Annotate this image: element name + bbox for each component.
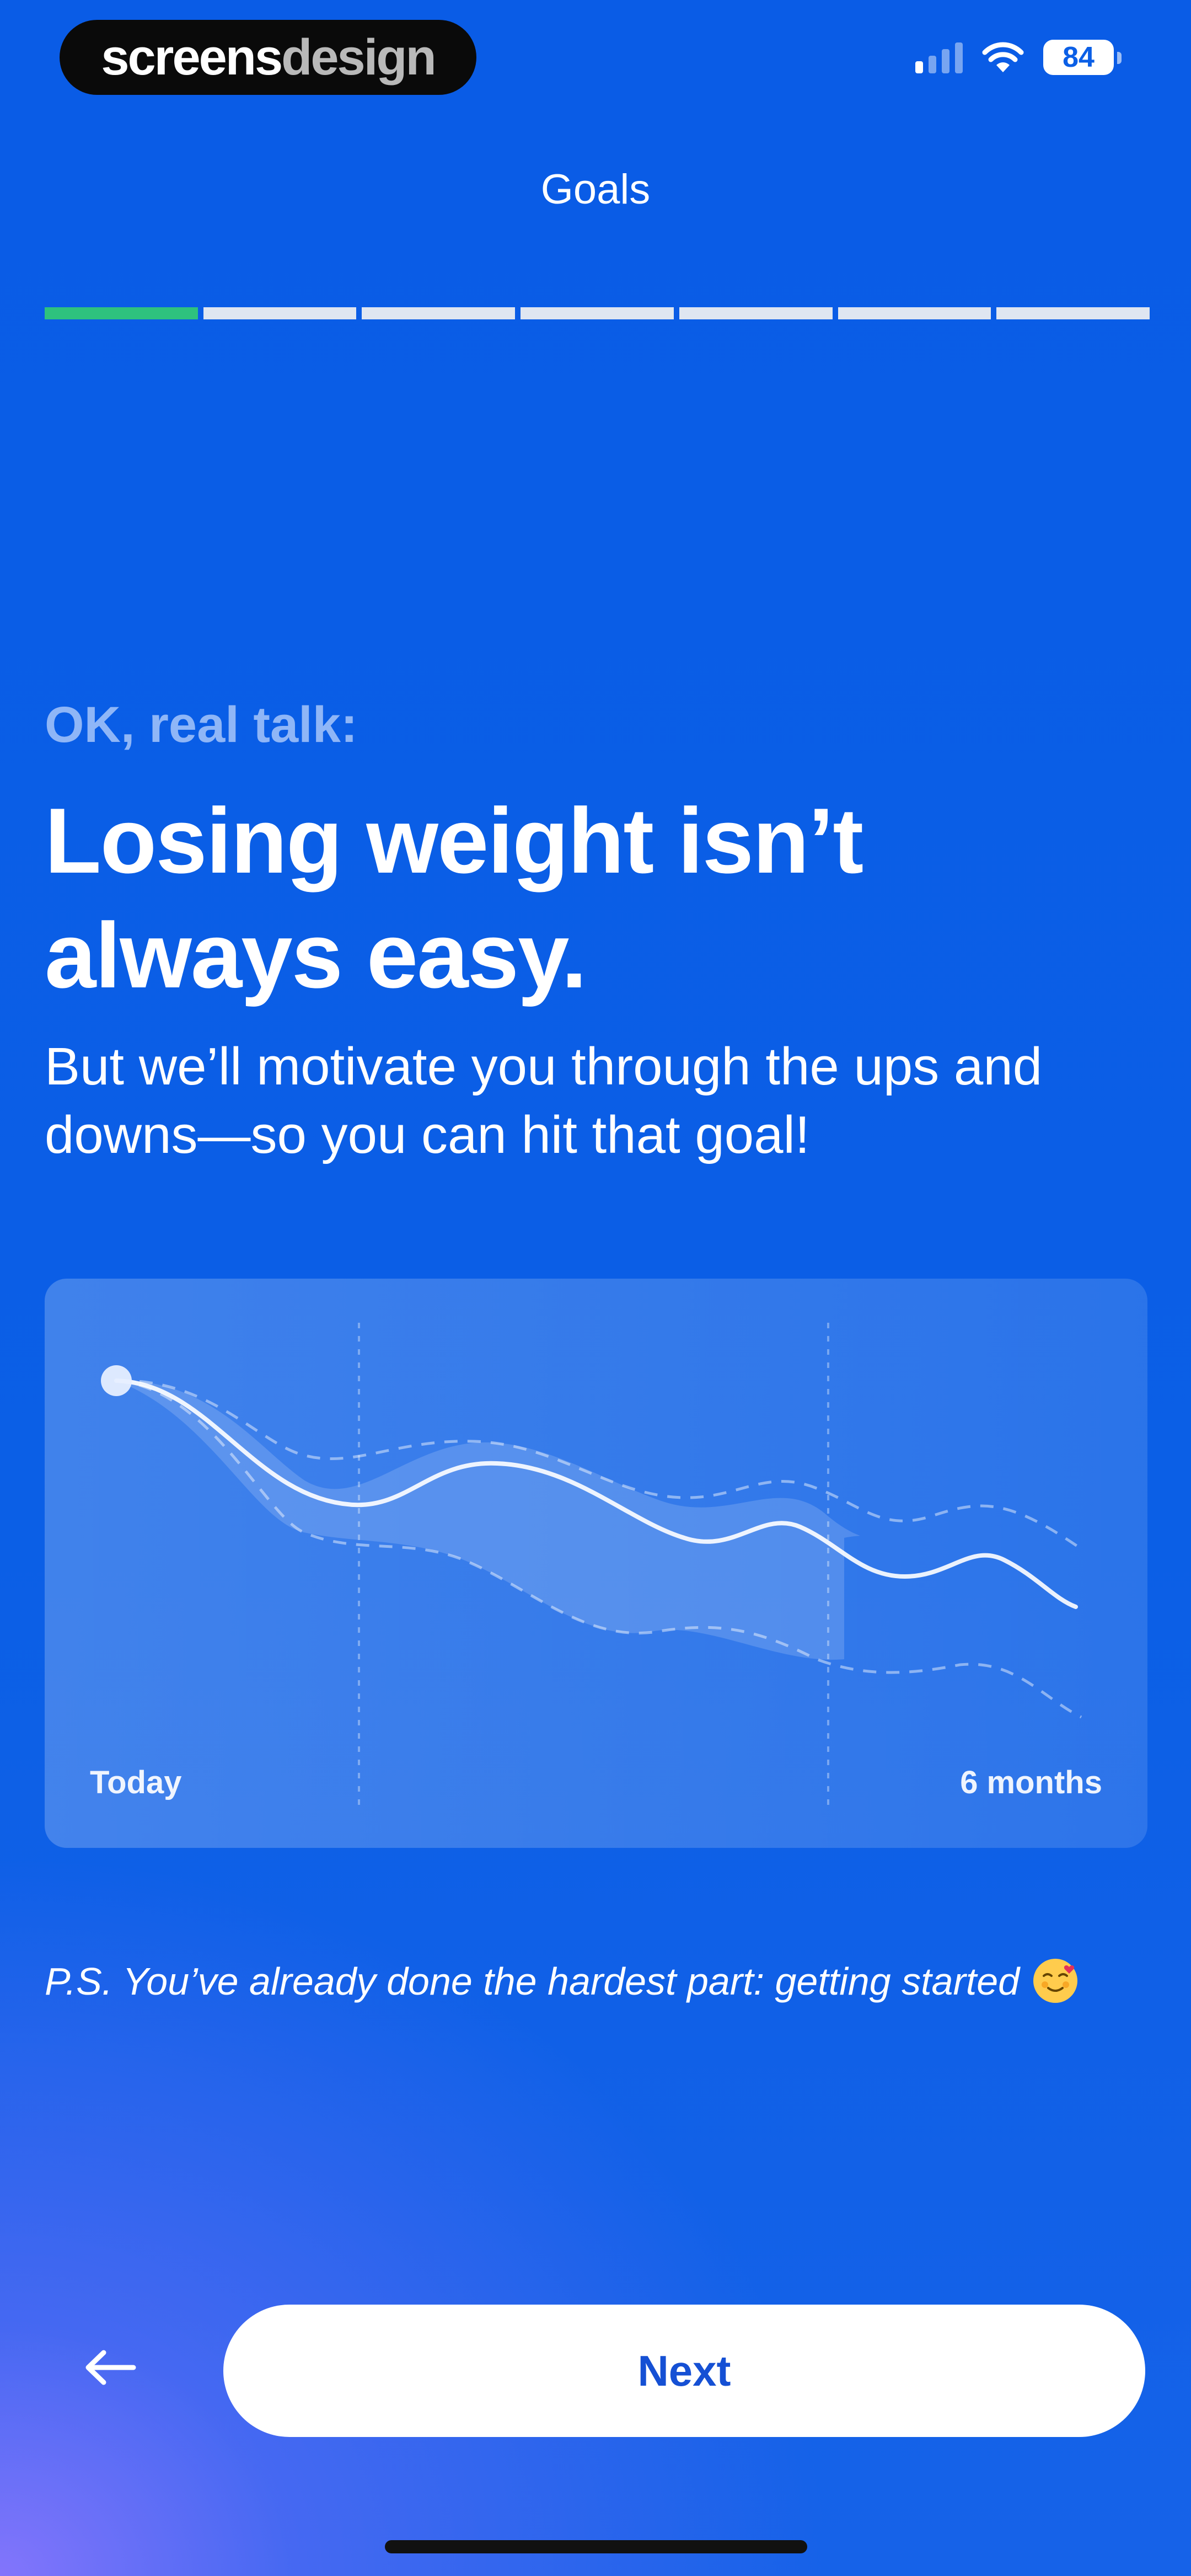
back-button[interactable] [77,2334,143,2401]
progress-segment-5 [679,307,833,319]
battery-indicator: 84 [1043,40,1122,75]
cellular-signal-icon [915,41,963,73]
progress-segment-3 [362,307,516,319]
progress-segment-7 [996,307,1150,319]
smiling-face-with-hearts-emoji-icon [1033,1959,1078,2003]
progress-segment-4 [521,307,674,319]
status-bar: 84 [915,40,1122,75]
footnote: P.S. You’ve already done the hardest par… [45,1957,1079,2005]
home-indicator [385,2540,807,2553]
headline: Losing weight isn’t always easy. [45,789,863,1007]
arrow-left-icon [85,2350,136,2385]
subheadline: But we’ll motivate you through the ups a… [45,1037,1043,1164]
screensdesign-watermark: screens design [60,20,476,95]
range-band [116,1380,860,1660]
wifi-icon [982,42,1024,72]
chart-end-label: 6 months [960,1765,1102,1800]
watermark-part-2: design [281,29,436,85]
progress-segment-2 [203,307,357,319]
weight-trend-illustration: Today 6 months [45,1279,1147,1848]
page-title: Goals [540,166,651,213]
chart-start-label: Today [90,1765,182,1800]
start-point [101,1365,132,1396]
step-progress-bar [45,307,1150,319]
watermark-part-1: screens [101,29,283,85]
next-button[interactable]: Next [223,2305,1145,2437]
progress-segment-1 [45,307,198,319]
footnote-text: P.S. You’ve already done the hardest par… [45,1960,1020,2003]
trend-graph [101,1323,1082,1808]
onboarding-screen: screens design 84 Goals OK, real talk: Lo… [0,0,1191,2576]
eyebrow-text: OK, real talk: [45,697,358,753]
progress-segment-6 [838,307,991,319]
